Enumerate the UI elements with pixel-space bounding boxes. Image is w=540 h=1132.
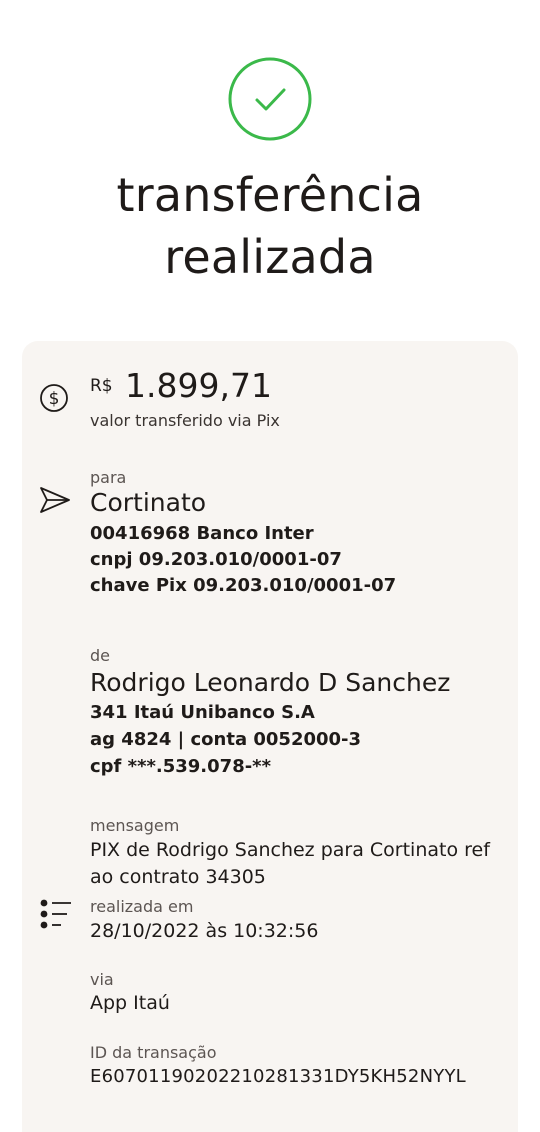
date-value: 28/10/2022 às 10:32:56	[90, 920, 319, 942]
message-line-2: ao contrato 34305	[90, 866, 266, 888]
amount-caption: valor transferido via Pix	[90, 411, 280, 430]
sender-label: de	[90, 646, 110, 665]
dollar-circle-icon: $	[39, 383, 69, 413]
list-icon	[39, 898, 73, 930]
title-line-2: realizada	[164, 230, 376, 284]
recipient-document: cnpj 09.203.010/0001-07	[90, 549, 342, 570]
title-line-1: transferência	[116, 168, 424, 222]
sender-name: Rodrigo Leonardo D Sanchez	[90, 668, 451, 697]
recipient-bank: 00416968 Banco Inter	[90, 523, 314, 544]
svg-text:$: $	[49, 389, 60, 409]
page-title: transferência realizada	[0, 164, 540, 288]
recipient-name: Cortinato	[90, 488, 207, 517]
transfer-amount: 1.899,71	[125, 366, 272, 405]
transaction-id-value: E60701190202210281331DY5KH52NYYL	[90, 1066, 466, 1087]
recipient-label: para	[90, 468, 127, 487]
message-label: mensagem	[90, 816, 180, 835]
date-label: realizada em	[90, 897, 194, 916]
via-label: via	[90, 970, 114, 989]
via-value: App Itaú	[90, 992, 170, 1014]
sender-account: ag 4824 | conta 0052000-3	[90, 729, 362, 750]
sender-document: cpf ***.539.078-**	[90, 756, 272, 777]
check-circle-icon	[228, 57, 312, 141]
sender-bank: 341 Itaú Unibanco S.A	[90, 702, 315, 723]
transaction-id-label: ID da transação	[90, 1043, 217, 1062]
recipient-pix-key: chave Pix 09.203.010/0001-07	[90, 575, 397, 596]
send-icon	[38, 485, 72, 515]
message-line-1: PIX de Rodrigo Sanchez para Cortinato re…	[90, 839, 490, 861]
currency-symbol: R$	[90, 376, 113, 396]
